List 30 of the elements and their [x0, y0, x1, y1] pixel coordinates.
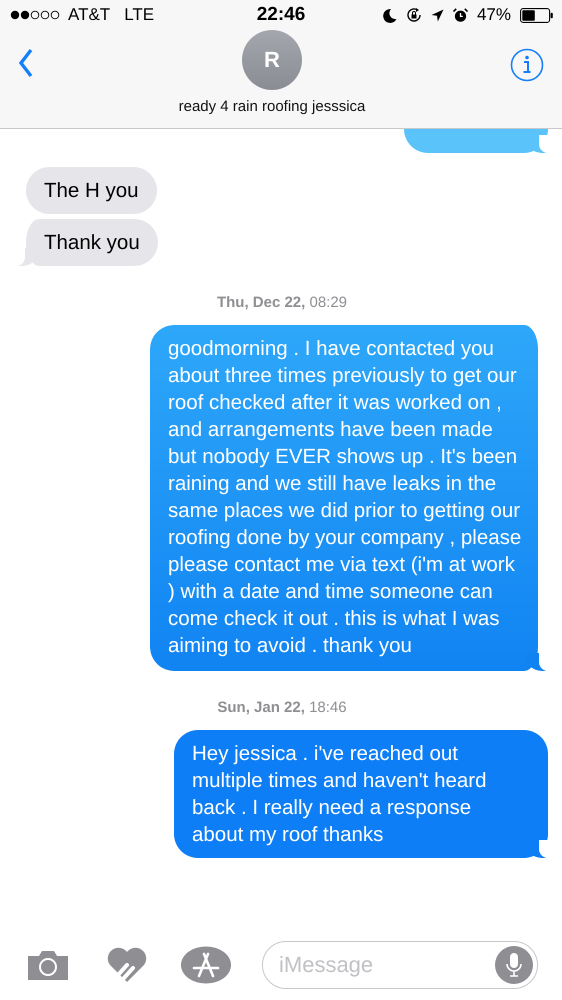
status-time: 22:46	[256, 4, 306, 26]
app-store-icon	[180, 946, 232, 984]
sent-message-bubble[interactable]: goodmorning . I have contacted you about three times previously to get our roof checked after it was worked on , and arrangements have been made but nobody EVER shows up . It's been raining and we still have leaks in the same places we did prior to getting our roofing done by your company , please please contact me via text (i'm at work ) with a date and time someone can come check it out . this is what I was aiming to avoid . thank you	[150, 325, 548, 671]
back-chevron-icon	[18, 48, 34, 78]
digital-touch-button[interactable]	[106, 947, 148, 983]
message-timestamp: Sun, Jan 22, 18:46	[216, 699, 348, 716]
back-button[interactable]	[18, 48, 34, 78]
carrier-name: AT&T	[68, 5, 110, 25]
app-store-button[interactable]	[180, 946, 232, 984]
message-timestamp: Thu, Dec 22, 08:29	[216, 294, 348, 311]
heart-icon	[106, 947, 148, 983]
info-icon	[510, 48, 544, 82]
sent-message-bubble[interactable]: Hey jessica . i've reached out multiple times and haven't heard back . I really need a response about my roof thanks	[174, 730, 548, 858]
moon-icon	[382, 8, 397, 22]
battery-percentage: 47%	[476, 5, 511, 25]
received-message-bubble[interactable]: The H you	[26, 167, 157, 214]
battery-icon	[520, 8, 554, 22]
location-arrow-icon	[430, 8, 444, 22]
alarm-clock-icon	[452, 8, 468, 22]
info-button[interactable]	[510, 48, 544, 82]
camera-button[interactable]	[26, 948, 70, 982]
contact-name[interactable]: ready 4 rain roofing jesssica	[178, 98, 366, 115]
received-message-bubble[interactable]: Thank you	[16, 219, 158, 266]
microphone-icon	[505, 952, 523, 978]
sent-message-bubble[interactable]	[404, 129, 548, 153]
rotation-lock-icon	[406, 7, 422, 23]
message-input-field[interactable]: iMessage	[262, 941, 538, 989]
signal-icon	[10, 10, 62, 20]
camera-icon	[26, 948, 70, 982]
network-type: LTE	[124, 5, 154, 25]
